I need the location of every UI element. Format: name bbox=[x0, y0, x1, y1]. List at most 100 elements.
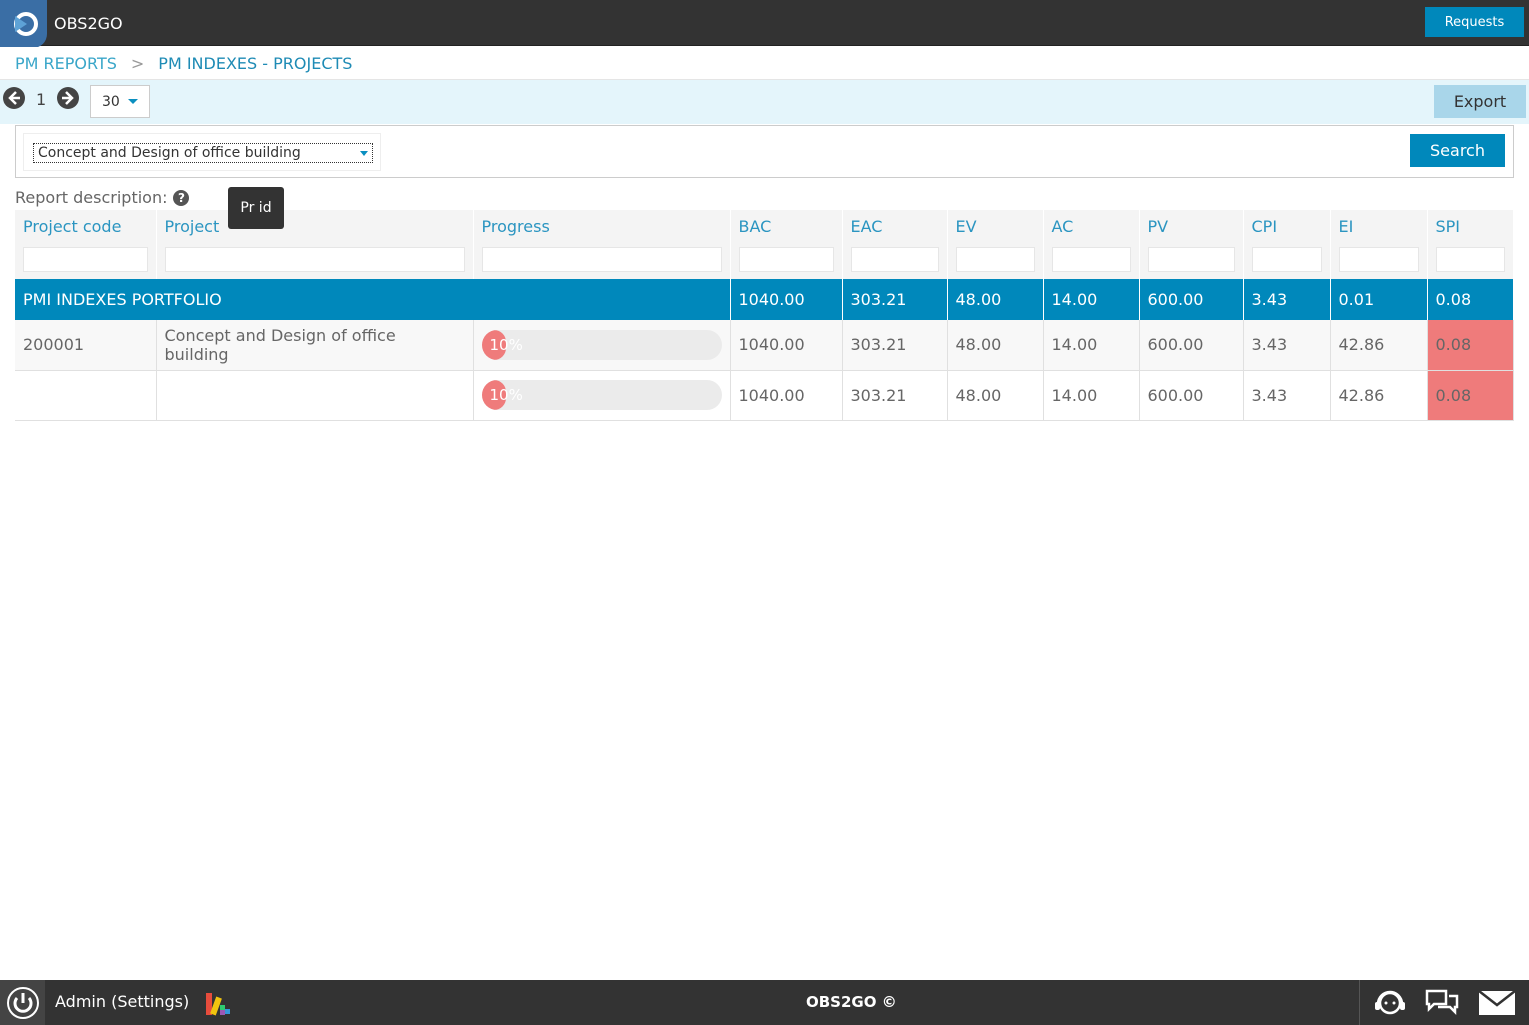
progress-bar: 10% bbox=[481, 380, 722, 410]
cell-cpi: 3.43 bbox=[1243, 279, 1331, 320]
cell-ac: 14.00 bbox=[1043, 279, 1140, 320]
cell-ac: 14.00 bbox=[1043, 370, 1140, 421]
palette-icon[interactable] bbox=[204, 991, 232, 1017]
filter-input-pv[interactable] bbox=[1147, 247, 1235, 272]
filter-cell bbox=[15, 242, 157, 279]
cell-eac: 303.21 bbox=[842, 320, 948, 371]
cell-cpi: 3.43 bbox=[1243, 370, 1331, 421]
filter-input-ei[interactable] bbox=[1338, 247, 1419, 272]
filter-input-ev[interactable] bbox=[955, 247, 1035, 272]
project-select[interactable]: Concept and Design of office building bbox=[33, 143, 373, 163]
cell-pv: 600.00 bbox=[1139, 320, 1244, 371]
column-header-cpi[interactable]: CPI bbox=[1243, 210, 1331, 242]
cell-project bbox=[156, 370, 474, 421]
cell-project: Concept and Design of office building bbox=[156, 320, 474, 371]
filter-input-spi[interactable] bbox=[1435, 247, 1505, 272]
project-select-wrapper: Concept and Design of office building bbox=[23, 133, 381, 171]
filter-cell bbox=[842, 242, 948, 279]
cell-pv: 600.00 bbox=[1139, 370, 1244, 421]
column-header-ev[interactable]: EV bbox=[947, 210, 1044, 242]
cell-bac: 1040.00 bbox=[730, 320, 843, 371]
column-header-project[interactable]: Project bbox=[156, 210, 474, 242]
column-header-project-code[interactable]: Project code bbox=[15, 210, 157, 242]
filter-input-bac[interactable] bbox=[738, 247, 834, 272]
export-button[interactable]: Export bbox=[1434, 85, 1526, 118]
cell-project-code: 200001 bbox=[15, 320, 157, 371]
project-select-value: Concept and Design of office building bbox=[38, 145, 301, 161]
cell-spi: 0.08 bbox=[1427, 320, 1514, 371]
portfolio-name: PMI INDEXES PORTFOLIO bbox=[15, 279, 731, 320]
cell-ev: 48.00 bbox=[947, 320, 1044, 371]
app-title: OBS2GO bbox=[54, 14, 123, 33]
filter-cell bbox=[1139, 242, 1244, 279]
column-header-spi[interactable]: SPI bbox=[1427, 210, 1514, 242]
filter-input-project[interactable] bbox=[164, 247, 465, 272]
filter-input-eac[interactable] bbox=[850, 247, 939, 272]
column-header-eac[interactable]: EAC bbox=[842, 210, 948, 242]
progress-text: 10% bbox=[489, 386, 523, 404]
pm-indexes-table: Project code Project Progress BAC EAC EV… bbox=[15, 210, 1514, 421]
table-row[interactable]: 10% 1040.00 303.21 48.00 14.00 600.00 3.… bbox=[15, 370, 1514, 421]
progress-bar: 10% bbox=[481, 329, 722, 360]
tooltip: Pr id bbox=[228, 187, 284, 229]
filter-cell bbox=[473, 242, 731, 279]
filter-cell bbox=[947, 242, 1044, 279]
support-headset-icon[interactable] bbox=[1372, 987, 1408, 1019]
top-bar: OBS2GO Requests bbox=[0, 0, 1529, 48]
filter-panel: Concept and Design of office building Se… bbox=[15, 125, 1514, 178]
cell-ac: 14.00 bbox=[1043, 320, 1140, 371]
cell-project-code bbox=[15, 370, 157, 421]
chevron-down-icon bbox=[360, 151, 368, 156]
page-size-value: 30 bbox=[102, 93, 120, 110]
breadcrumb: PM REPORTS > PM INDEXES - PROJECTS bbox=[0, 47, 1529, 80]
cell-eac: 303.21 bbox=[842, 370, 948, 421]
cell-ev: 48.00 bbox=[947, 279, 1044, 320]
cell-cpi: 3.43 bbox=[1243, 320, 1331, 371]
chat-icon[interactable] bbox=[1424, 987, 1460, 1019]
portfolio-row[interactable]: PMI INDEXES PORTFOLIO 1040.00 303.21 48.… bbox=[15, 279, 1514, 320]
pager-bar: 1 30 Export bbox=[0, 80, 1529, 124]
filter-cell bbox=[1427, 242, 1514, 279]
cell-ev: 48.00 bbox=[947, 370, 1044, 421]
cell-bac: 1040.00 bbox=[730, 279, 843, 320]
cell-spi: 0.08 bbox=[1427, 370, 1514, 421]
filter-cell bbox=[156, 242, 474, 279]
filter-cell bbox=[730, 242, 843, 279]
column-header-ei[interactable]: EI bbox=[1330, 210, 1428, 242]
column-header-progress[interactable]: Progress bbox=[473, 210, 731, 242]
column-header-ac[interactable]: AC bbox=[1043, 210, 1140, 242]
power-icon[interactable] bbox=[0, 980, 45, 1025]
filter-cell bbox=[1243, 242, 1331, 279]
filter-input-project-code[interactable] bbox=[23, 247, 148, 272]
breadcrumb-current[interactable]: PM INDEXES - PROJECTS bbox=[158, 54, 352, 73]
cell-eac: 303.21 bbox=[842, 279, 948, 320]
help-icon[interactable]: ? bbox=[173, 189, 190, 206]
arrow-left-icon[interactable] bbox=[3, 87, 25, 109]
breadcrumb-pm-reports[interactable]: PM REPORTS bbox=[15, 54, 117, 73]
cell-progress: 10% bbox=[473, 320, 731, 371]
report-description: Report description: ? bbox=[15, 188, 190, 207]
page-size-select[interactable]: 30 bbox=[90, 85, 150, 118]
chevron-down-icon bbox=[128, 99, 138, 104]
table-row[interactable]: 200001 Concept and Design of office buil… bbox=[15, 320, 1514, 371]
progress-text: 10% bbox=[489, 335, 523, 354]
admin-settings-link[interactable]: Admin (Settings) bbox=[55, 992, 189, 1011]
filter-cell bbox=[1043, 242, 1140, 279]
current-page: 1 bbox=[36, 90, 47, 109]
filter-input-cpi[interactable] bbox=[1251, 247, 1322, 272]
cell-ei: 42.86 bbox=[1330, 370, 1428, 421]
filter-input-progress[interactable] bbox=[481, 247, 722, 272]
app-logo-icon[interactable] bbox=[0, 0, 47, 48]
filter-input-ac[interactable] bbox=[1051, 247, 1131, 272]
cell-ei: 42.86 bbox=[1330, 320, 1428, 371]
column-header-pv[interactable]: PV bbox=[1139, 210, 1244, 242]
requests-button[interactable]: Requests bbox=[1425, 7, 1524, 37]
breadcrumb-separator: > bbox=[130, 53, 145, 73]
report-description-label: Report description: bbox=[15, 188, 168, 207]
mail-icon[interactable] bbox=[1478, 987, 1516, 1019]
filter-cell bbox=[1330, 242, 1428, 279]
search-button[interactable]: Search bbox=[1410, 134, 1505, 167]
arrow-right-icon[interactable] bbox=[57, 87, 79, 109]
footer-icon-group bbox=[1359, 980, 1529, 1025]
column-header-bac[interactable]: BAC bbox=[730, 210, 843, 242]
